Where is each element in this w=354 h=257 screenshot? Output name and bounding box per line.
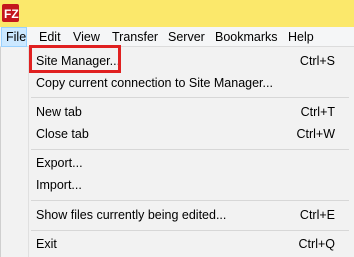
menu-bar: File Edit View Transfer Server Bookmarks…: [0, 27, 354, 47]
menu-item-label: Close tab: [36, 127, 89, 141]
menu-item-label: New tab: [36, 105, 82, 119]
menu-item-close-tab[interactable]: Close tab Ctrl+W: [1, 123, 354, 145]
menu-separator: [31, 230, 349, 231]
menu-view[interactable]: View: [73, 27, 100, 47]
menu-separator: [31, 200, 349, 201]
menu-bookmarks[interactable]: Bookmarks: [215, 27, 278, 47]
menu-item-shortcut: Ctrl+W: [296, 127, 335, 141]
menu-item-label: Site Manager...: [36, 54, 121, 68]
menu-help[interactable]: Help: [288, 27, 314, 47]
menu-item-import[interactable]: Import...: [1, 174, 354, 196]
menu-item-site-manager[interactable]: Site Manager... Ctrl+S: [1, 50, 354, 72]
svg-text:FZ: FZ: [4, 7, 19, 21]
menu-server[interactable]: Server: [168, 27, 205, 47]
filezilla-icon[interactable]: FZ: [2, 4, 19, 22]
menu-item-label: Import...: [36, 178, 82, 192]
menu-item-show-edited-files[interactable]: Show files currently being edited... Ctr…: [1, 204, 354, 226]
menu-item-label: Copy current connection to Site Manager.…: [36, 76, 273, 90]
menu-separator: [31, 97, 349, 98]
menu-item-copy-connection[interactable]: Copy current connection to Site Manager.…: [1, 72, 354, 94]
menu-item-export[interactable]: Export...: [1, 152, 354, 174]
menu-transfer[interactable]: Transfer: [112, 27, 158, 47]
menu-edit[interactable]: Edit: [39, 27, 61, 47]
menu-item-label: Export...: [36, 156, 83, 170]
menu-item-shortcut: Ctrl+T: [300, 105, 335, 119]
menu-item-new-tab[interactable]: New tab Ctrl+T: [1, 101, 354, 123]
menu-item-shortcut: Ctrl+E: [299, 208, 335, 222]
title-bar: FZ: [0, 0, 354, 27]
menu-item-label: Exit: [36, 237, 57, 251]
menu-file[interactable]: File: [1, 27, 27, 47]
menu-item-shortcut: Ctrl+S: [299, 54, 335, 68]
menu-item-label: Show files currently being edited...: [36, 208, 227, 222]
file-menu-dropdown: Site Manager... Ctrl+S Copy current conn…: [0, 47, 354, 257]
menu-item-exit[interactable]: Exit Ctrl+Q: [1, 233, 354, 255]
menu-item-shortcut: Ctrl+Q: [298, 237, 335, 251]
menu-separator: [31, 149, 349, 150]
